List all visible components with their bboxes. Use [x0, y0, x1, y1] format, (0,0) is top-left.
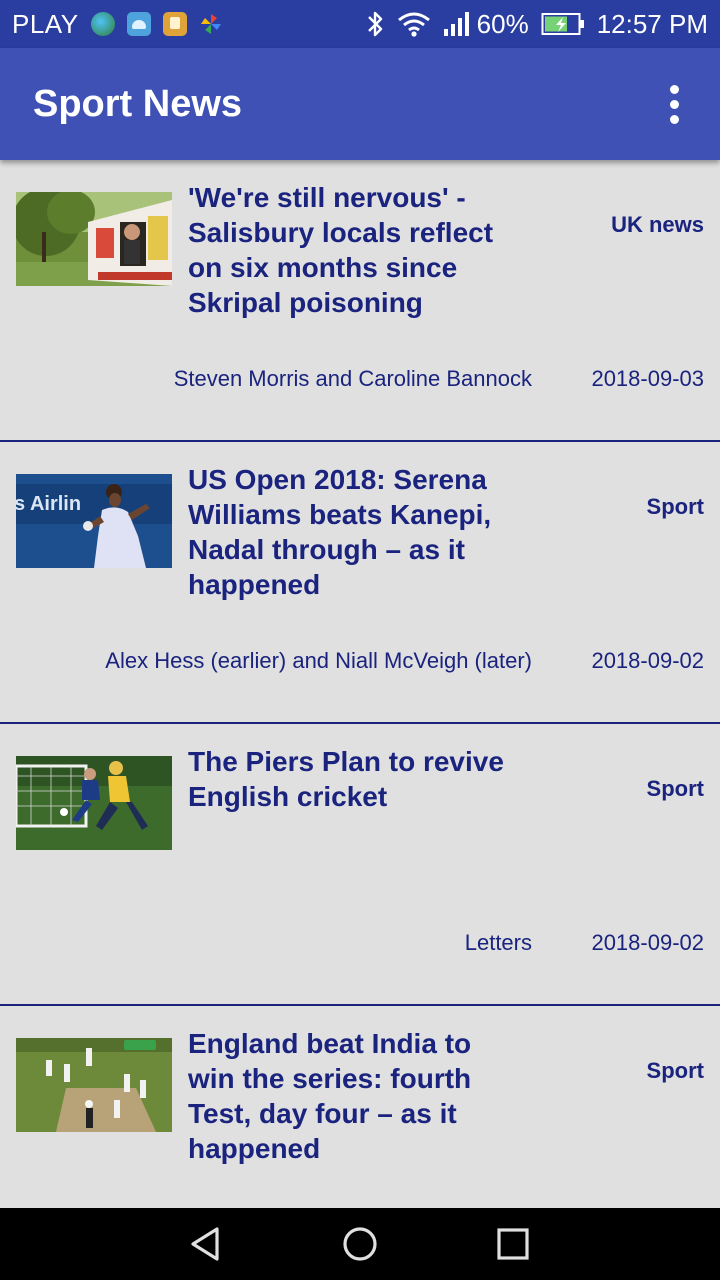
status-bar: PLAY 60% 12:57 PM [0, 0, 720, 48]
clock: 12:57 PM [596, 8, 708, 39]
article-card[interactable]: England beat India to win the series: fo… [0, 1006, 720, 1208]
wifi-icon [397, 11, 431, 37]
article-date: 2018-09-02 [591, 930, 704, 955]
overflow-menu-button[interactable] [654, 74, 694, 134]
globe-notification-icon [90, 12, 115, 36]
article-section: UK news [611, 212, 704, 237]
thumbnail-banner-text: s Airlin [16, 493, 81, 515]
recents-button[interactable] [483, 1214, 543, 1274]
battery-charging-icon [541, 12, 585, 36]
article-card[interactable]: 'We're still nervous' - Salisbury locals… [0, 160, 720, 442]
recents-square-icon [497, 1228, 529, 1260]
article-thumbnail [16, 1038, 172, 1132]
article-section: Sport [646, 1058, 704, 1083]
article-byline: Alex Hess (earlier) and Niall McVeigh (l… [105, 648, 532, 673]
article-thumbnail [16, 192, 172, 286]
overflow-dot-icon [669, 84, 679, 94]
shopping-bag-notification-icon [162, 12, 187, 36]
article-date: 2018-09-02 [591, 648, 704, 673]
status-left: PLAY [0, 9, 223, 40]
status-right: 60% 12:57 PM [353, 9, 720, 40]
article-headline: England beat India to win the series: fo… [188, 1028, 472, 1164]
back-triangle-icon [191, 1227, 219, 1261]
article-byline: Steven Morris and Caroline Bannock [173, 366, 532, 391]
article-date: 2018-09-03 [591, 366, 704, 391]
article-byline: Letters [464, 930, 532, 955]
carrier-label: PLAY [12, 8, 79, 39]
app-title: Sport News [33, 82, 243, 125]
overflow-dot-icon [669, 99, 679, 109]
pinwheel-notification-icon [199, 12, 223, 36]
home-button[interactable] [330, 1214, 390, 1274]
article-section: Sport [646, 776, 704, 801]
article-headline: The Piers Plan to revive English cricket [188, 746, 504, 812]
overflow-dot-icon [669, 114, 679, 124]
android-notification-icon [126, 12, 151, 36]
app-bar: Sport News [0, 48, 720, 160]
article-card[interactable]: The Piers Plan to revive English cricket… [0, 724, 720, 1006]
bluetooth-icon [365, 10, 385, 38]
article-thumbnail [16, 756, 172, 850]
article-headline: US Open 2018: Serena Williams beats Kane… [188, 464, 492, 600]
article-section: Sport [646, 494, 704, 519]
article-card[interactable]: s Airlin US Open 2018: Serena Williams b… [0, 442, 720, 724]
article-list[interactable]: 'We're still nervous' - Salisbury locals… [0, 160, 720, 1208]
article-headline: 'We're still nervous' - Salisbury locals… [188, 182, 494, 318]
article-thumbnail: s Airlin [16, 474, 172, 568]
back-button[interactable] [177, 1214, 237, 1274]
system-nav-bar [0, 1208, 720, 1280]
cellular-signal-icon [443, 11, 471, 37]
home-circle-icon [343, 1227, 377, 1261]
battery-percent: 60% [476, 8, 529, 39]
